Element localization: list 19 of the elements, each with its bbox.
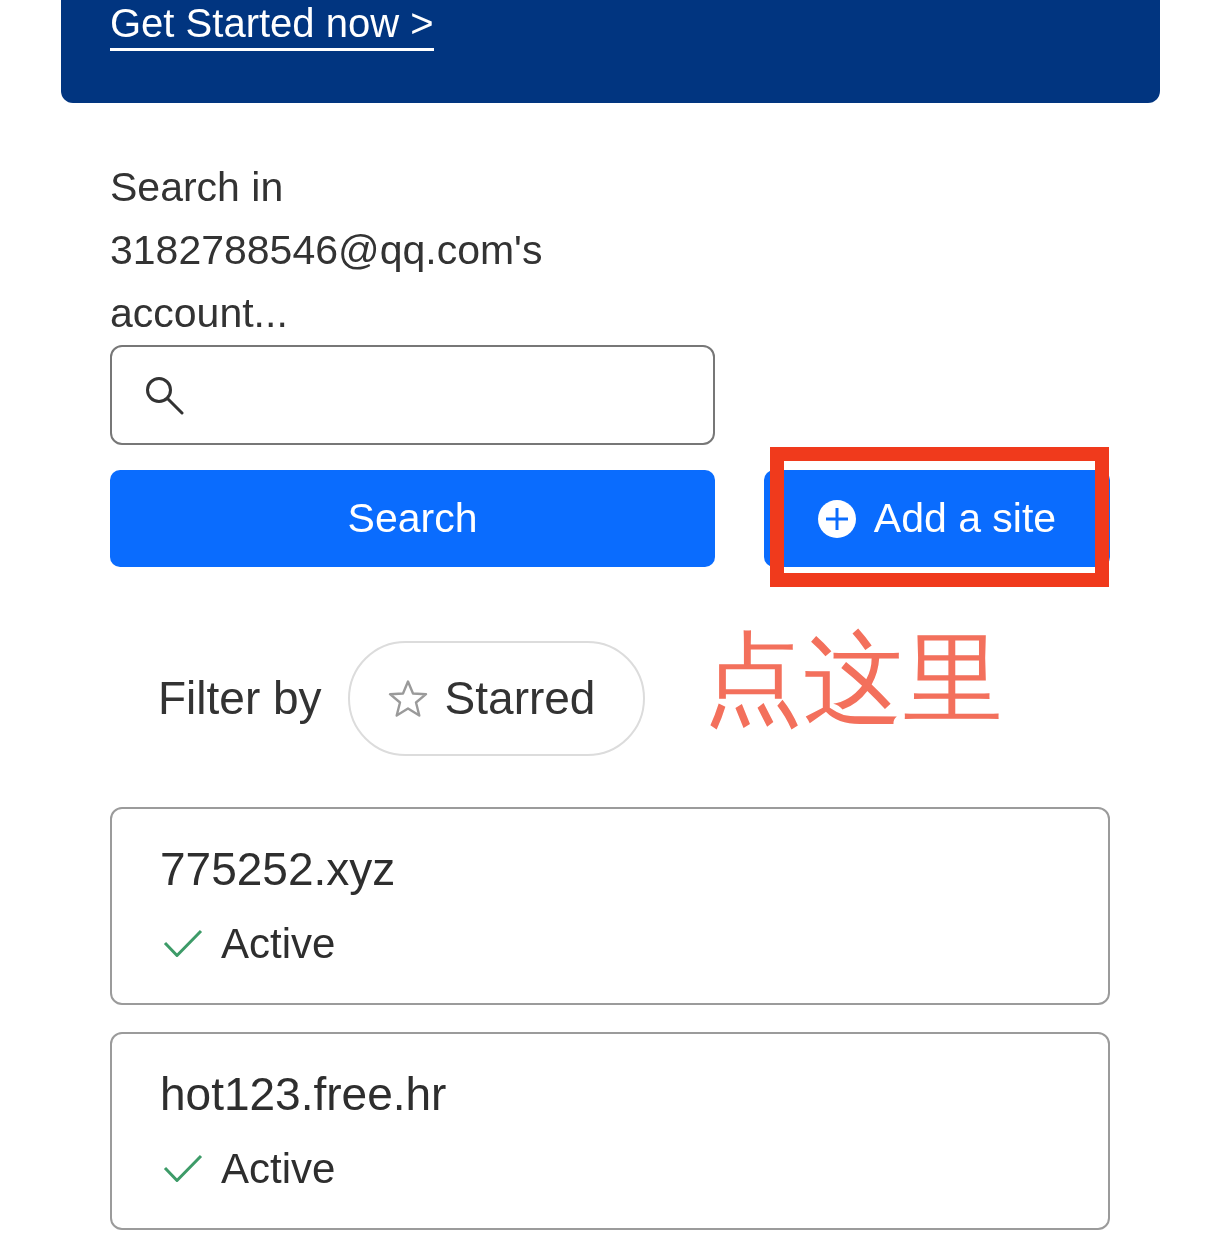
search-label: Search in 3182788546@qq.com's account... [110,163,544,338]
check-icon [163,928,203,958]
add-site-button[interactable]: Add a site [764,470,1110,567]
site-card[interactable]: hot123.free.hr Active [110,1032,1110,1230]
site-domain: 775252.xyz [160,842,396,897]
site-domain: hot123.free.hr [160,1067,447,1122]
site-card[interactable]: 775252.xyz Active [110,807,1110,1005]
plus-circle-icon [817,499,856,538]
search-field[interactable] [110,345,715,445]
status-label: Active [221,918,336,969]
get-started-link[interactable]: Get Started now > [110,0,434,51]
star-icon [387,678,428,719]
search-button[interactable]: Search [110,470,715,567]
search-icon [144,375,184,415]
annotation-label: 点这里 [703,629,1004,729]
filter-chip[interactable]: Starred [347,641,646,756]
status-label: Active [221,1143,336,1194]
filter-label: Filter by [158,671,322,726]
check-icon [163,1153,203,1183]
